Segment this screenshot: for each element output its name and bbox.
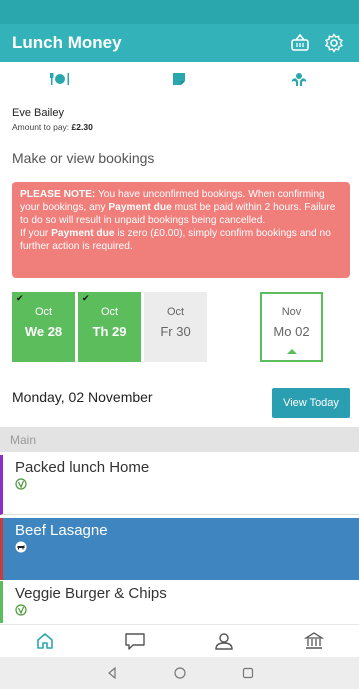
vegetarian-icon [15,604,27,616]
day-month: Nov [281,306,302,318]
day-date: Fr 30 [160,324,191,339]
profile-icon[interactable] [202,627,246,655]
notice-bold-2: Payment due [51,228,115,239]
day-cell-open[interactable]: Oct Fr 30 [144,292,207,362]
meal-item-selected[interactable]: Beef Lasagne [0,518,359,580]
check-icon: ✔ [16,293,24,303]
meal-name: Packed lunch Home [15,459,150,476]
status-bar [0,0,359,24]
note-icon[interactable] [149,65,209,93]
day-cell-selected[interactable]: Nov Mo 02 [260,292,323,362]
vegetarian-icon [15,478,27,490]
day-cell-confirmed[interactable]: ✔ Oct Th 29 [78,292,141,362]
view-today-button[interactable]: View Today [272,388,350,418]
amount-value: £2.30 [71,122,93,132]
home-circle-icon[interactable] [171,664,189,682]
amount-label: Amount to pay: [12,122,70,132]
day-date: We 28 [24,324,63,339]
section-title: Make or view bookings [12,150,155,166]
bank-icon[interactable] [292,627,336,655]
notice-bold-1: Payment due [108,202,172,213]
meal-icon[interactable] [30,65,90,93]
bottom-nav [0,624,359,656]
meal-name: Veggie Burger & Chips [15,585,167,602]
tab-bar [0,62,359,96]
check-icon: ✔ [82,293,90,303]
day-month: Oct [34,306,53,318]
student-name: Eve Bailey [12,107,64,119]
recents-icon[interactable] [239,664,257,682]
meal-name: Beef Lasagne [15,522,108,539]
meal-item[interactable]: Veggie Burger & Chips [0,581,359,623]
group-header: Main [0,427,359,452]
selected-date: Monday, 02 November [12,389,153,405]
app-bar: Lunch Money [0,24,359,62]
gear-icon[interactable] [321,30,347,56]
notice-banner: PLEASE NOTE: You have unconfirmed bookin… [12,182,350,278]
home-icon[interactable] [23,627,67,655]
day-selector: ✔ Oct We 28 ✔ Oct Th 29 Oct Fr 30 Nov Mo… [12,292,350,364]
app-title: Lunch Money [12,33,122,52]
day-month: Oct [166,306,185,318]
basket-icon[interactable] [287,30,313,56]
notice-text-3: If your [20,228,52,239]
day-cell-confirmed[interactable]: ✔ Oct We 28 [12,292,75,362]
back-icon[interactable] [103,664,121,682]
amount-to-pay: Amount to pay: £2.30 [12,122,93,132]
beef-icon [15,541,27,553]
day-month: Oct [100,306,119,318]
chat-icon[interactable] [113,627,157,655]
caret-up-icon [286,349,297,354]
notice-label: PLEASE NOTE: [20,189,96,200]
meal-item[interactable]: Packed lunch Home [0,455,359,515]
day-date: Mo 02 [273,324,310,339]
allergy-icon[interactable] [269,65,329,93]
day-date: Th 29 [92,324,127,339]
system-nav-bar [0,657,359,689]
